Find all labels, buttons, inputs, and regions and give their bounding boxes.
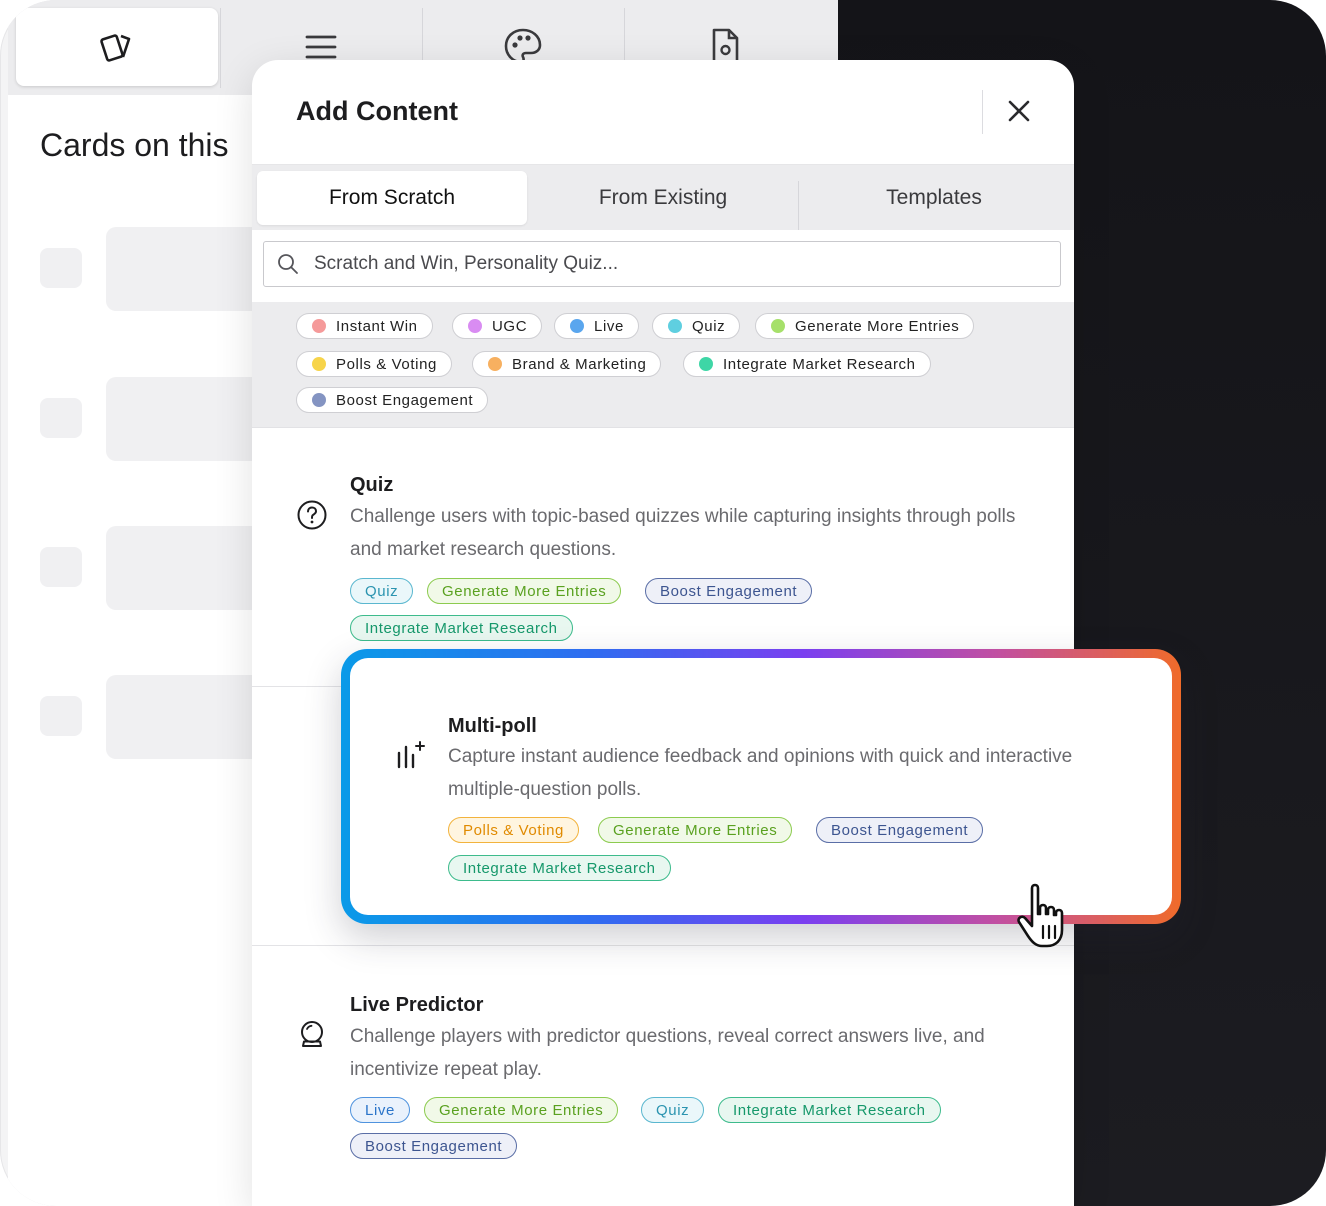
color-dot-icon bbox=[468, 319, 482, 333]
modal-title: Add Content bbox=[296, 96, 458, 126]
filter-label: Live bbox=[594, 317, 624, 335]
color-dot-icon bbox=[312, 393, 326, 407]
color-dot-icon bbox=[771, 319, 785, 333]
placeholder-card bbox=[106, 675, 266, 759]
filter-label: Integrate Market Research bbox=[723, 355, 916, 373]
placeholder-card bbox=[106, 377, 266, 461]
add-content-modal: Add Content From Scratch From Existing T… bbox=[252, 60, 1074, 1206]
list-item-live-predictor[interactable]: Live Predictor Challenge players with pr… bbox=[252, 946, 1074, 1206]
question-circle-icon bbox=[296, 499, 328, 531]
tag-quiz[interactable]: Quiz bbox=[350, 578, 414, 604]
tag-quiz[interactable]: Quiz bbox=[641, 1097, 705, 1123]
search-area bbox=[252, 230, 1074, 302]
source-tabs: From Scratch From Existing Templates bbox=[257, 171, 1069, 233]
color-dot-icon bbox=[312, 319, 326, 333]
filter-chip-polls-voting[interactable]: Polls & Voting bbox=[296, 351, 452, 377]
item-description: Capture instant audience feedback and op… bbox=[448, 746, 1073, 800]
app-frame: Cards on this Add Content From Scratch F… bbox=[0, 0, 1326, 1206]
filter-chip-live[interactable]: Live bbox=[554, 313, 639, 339]
placeholder-thumb bbox=[40, 398, 82, 438]
color-dot-icon bbox=[570, 319, 584, 333]
item-title: Quiz bbox=[350, 474, 394, 496]
search-box bbox=[263, 241, 1061, 287]
item-title: Live Predictor bbox=[350, 994, 484, 1016]
filter-chip-integrate-market-research[interactable]: Integrate Market Research bbox=[683, 351, 931, 377]
tag-integrate-market-research[interactable]: Integrate Market Research bbox=[718, 1097, 941, 1123]
filter-label: Instant Win bbox=[336, 317, 418, 335]
search-icon bbox=[278, 254, 298, 274]
filter-chip-brand-marketing[interactable]: Brand & Marketing bbox=[472, 351, 662, 377]
close-icon bbox=[1008, 100, 1030, 122]
placeholder-thumb bbox=[40, 248, 82, 288]
filter-label: UGC bbox=[492, 317, 528, 335]
tag-generate-more-entries[interactable]: Generate More Entries bbox=[427, 578, 622, 604]
page-title: Cards on this bbox=[40, 127, 229, 163]
filter-chip-boost-engagement[interactable]: Boost Engagement bbox=[296, 387, 489, 413]
color-dot-icon bbox=[668, 319, 682, 333]
color-dot-icon bbox=[699, 357, 713, 371]
hand-pointer-icon bbox=[1017, 883, 1064, 948]
item-description: Challenge users with topic-based quizzes… bbox=[350, 506, 1016, 560]
close-button[interactable] bbox=[1002, 94, 1036, 128]
filter-chip-quiz[interactable]: Quiz bbox=[652, 313, 741, 339]
crystal-ball-icon bbox=[296, 1018, 328, 1050]
modal-header: Add Content bbox=[252, 60, 1074, 165]
tag-polls-voting[interactable]: Polls & Voting bbox=[448, 817, 579, 843]
color-dot-icon bbox=[488, 357, 502, 371]
multi-poll-card-body: Multi-poll Capture instant audience feed… bbox=[350, 658, 1172, 915]
tag-integrate-market-research[interactable]: Integrate Market Research bbox=[448, 855, 671, 881]
filter-chip-generate-more-entries[interactable]: Generate More Entries bbox=[755, 313, 975, 339]
tag-live[interactable]: Live bbox=[350, 1097, 410, 1123]
placeholder-thumb bbox=[40, 696, 82, 736]
filter-label: Generate More Entries bbox=[795, 317, 960, 335]
cards-icon bbox=[100, 34, 131, 62]
search-input[interactable] bbox=[312, 252, 1036, 276]
filter-chip-instant-win[interactable]: Instant Win bbox=[296, 313, 433, 339]
placeholder-card bbox=[106, 227, 266, 311]
tag-boost-engagement[interactable]: Boost Engagement bbox=[645, 578, 813, 604]
tag-integrate-market-research[interactable]: Integrate Market Research bbox=[350, 615, 573, 641]
placeholder-thumb bbox=[40, 547, 82, 587]
poll-bars-icon bbox=[394, 739, 426, 771]
filter-label: Polls & Voting bbox=[336, 355, 437, 373]
color-dot-icon bbox=[312, 357, 326, 371]
filter-label: Brand & Marketing bbox=[512, 355, 647, 373]
tag-generate-more-entries[interactable]: Generate More Entries bbox=[424, 1097, 619, 1123]
tab-from-existing[interactable]: From Existing bbox=[528, 171, 798, 225]
tag-boost-engagement[interactable]: Boost Engagement bbox=[816, 817, 984, 843]
item-title: Multi-poll bbox=[448, 715, 537, 737]
tab-from-scratch[interactable]: From Scratch bbox=[257, 171, 527, 225]
filter-chip-ugc[interactable]: UGC bbox=[452, 313, 543, 339]
placeholder-card bbox=[106, 526, 266, 610]
cards-tool-button[interactable] bbox=[16, 8, 218, 86]
tag-boost-engagement[interactable]: Boost Engagement bbox=[350, 1133, 518, 1159]
filter-label: Boost Engagement bbox=[336, 391, 474, 409]
list-item-quiz[interactable]: Quiz Challenge users with topic-based qu… bbox=[252, 427, 1074, 686]
tag-generate-more-entries[interactable]: Generate More Entries bbox=[598, 817, 793, 843]
tab-templates[interactable]: Templates bbox=[799, 171, 1069, 225]
item-description: Challenge players with predictor questio… bbox=[350, 1026, 985, 1080]
filter-label: Quiz bbox=[692, 317, 726, 335]
